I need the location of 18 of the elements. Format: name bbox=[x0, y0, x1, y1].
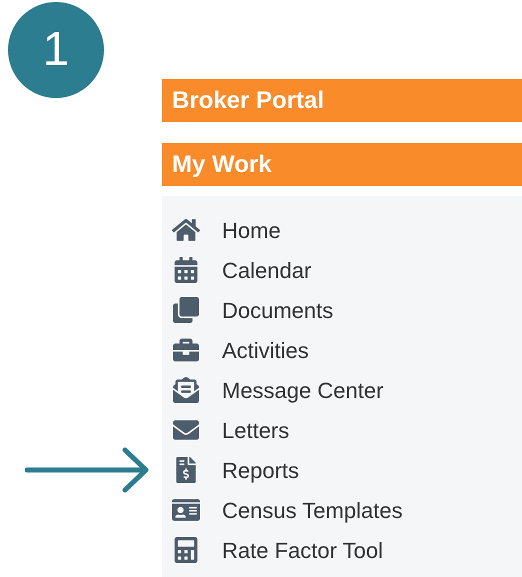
open-envelope-icon bbox=[172, 377, 200, 403]
portal-header: Broker Portal bbox=[162, 79, 522, 122]
menu-item[interactable]: Activities bbox=[162, 330, 522, 370]
menu-item[interactable]: Reports bbox=[162, 450, 522, 490]
menu-item[interactable]: Rate Factor Tool bbox=[162, 530, 522, 570]
menu-item[interactable]: Documents bbox=[162, 290, 522, 330]
calendar-icon bbox=[172, 257, 200, 283]
calculator-icon bbox=[172, 537, 200, 563]
menu-item[interactable]: Message Center bbox=[162, 370, 522, 410]
menu-item[interactable]: Letters bbox=[162, 410, 522, 450]
menu-item[interactable]: Census Templates bbox=[162, 490, 522, 530]
documents-icon bbox=[172, 297, 200, 323]
menu-item[interactable]: Calendar bbox=[162, 250, 522, 290]
step-badge: 1 bbox=[8, 2, 104, 98]
section-header: My Work bbox=[162, 143, 522, 186]
house-icon bbox=[172, 217, 200, 243]
menu-item[interactable]: Home bbox=[162, 210, 522, 250]
id-card-icon bbox=[172, 497, 200, 523]
